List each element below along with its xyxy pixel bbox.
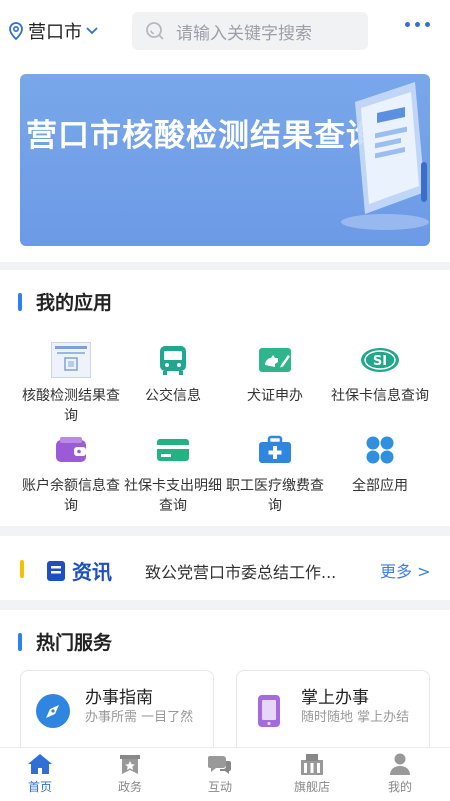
user-icon [390,753,410,775]
service-card-desc: 办事所需 一目了然 [85,710,194,725]
section-bar [18,292,22,311]
city-selector[interactable]: 营口市 [8,18,98,44]
app-label: 核酸检测结果查询 [22,388,120,424]
home-icon [28,754,52,774]
news-tag-text: 资讯 [72,560,112,584]
tab-flagship-store[interactable]: 旗舰店 [277,752,347,795]
nucleic-test-thumbnail-icon [51,340,91,380]
bus-icon [153,340,193,380]
my-apps-title: 我的应用 [18,288,112,315]
news-document-icon [47,560,65,581]
tab-label: 首页 [27,780,52,794]
top-bar: 营口市 请输入关键字搜索 [0,0,450,62]
tab-interaction[interactable]: 互动 [185,752,255,795]
tab-label: 旗舰店 [293,780,330,794]
card-icon [153,430,193,470]
search-icon [146,22,164,40]
government-star-icon [120,755,140,774]
app-label: 账户余额信息查询 [22,478,120,514]
wallet-icon [51,430,91,470]
social-security-si-icon: SI [360,340,400,380]
tab-home[interactable]: 首页 [5,752,75,795]
app-account-balance[interactable]: 账户余额信息查询 [16,430,126,516]
news-more-link[interactable]: 更多 > [380,558,431,582]
hot-services-title: 热门服务 [18,628,112,655]
my-apps-title-text: 我的应用 [36,292,113,314]
app-label: 公交信息 [145,388,201,404]
medical-kit-icon [255,430,295,470]
all-apps-grid-icon [360,430,400,470]
city-name: 营口市 [28,22,82,43]
tab-government[interactable]: 政务 [95,752,165,795]
news-bar-accent [20,560,24,578]
tab-label: 政务 [117,780,142,794]
section-bar [18,632,22,651]
banner[interactable]: 营口市核酸检测结果查询 [20,74,430,246]
app-all-apps[interactable]: 全部应用 [325,430,435,496]
app-dog-license[interactable]: 犬证申办 [220,340,330,406]
tab-label: 我的 [387,780,412,794]
app-bus-info[interactable]: 公交信息 [118,340,228,406]
dog-license-icon [255,340,295,380]
news-bar[interactable]: 资讯 致公党营口市委总结工作... 更多 > [0,536,450,600]
more-menu-icon[interactable] [405,22,430,27]
svg-text:SI: SI [373,354,387,369]
app-medical-payment[interactable]: 职工医疗缴费查询 [220,430,330,516]
banner-section: 营口市核酸检测结果查询 [0,62,450,262]
search-input[interactable]: 请输入关键字搜索 [132,12,368,50]
app-social-security-expense[interactable]: 社保卡支出明细查询 [118,430,228,516]
compass-icon [36,694,70,728]
app-label: 社保卡信息查询 [331,388,429,404]
search-placeholder: 请输入关键字搜索 [176,23,312,44]
news-headline[interactable]: 致公党营口市委总结工作... [145,559,370,583]
app-nucleic-test-query[interactable]: 核酸检测结果查询 [16,340,126,426]
app-social-security-info[interactable]: SI 社保卡信息查询 [325,340,435,406]
tab-profile[interactable]: 我的 [365,752,435,795]
app-label: 社保卡支出明细查询 [124,478,222,514]
app-label: 犬证申办 [247,388,303,404]
service-card-title: 办事指南 [85,688,153,708]
my-apps-section: 我的应用 核酸检测结果查询 公交信息 犬证申办 SI 社保卡信息查询 账户余额信… [0,270,450,526]
banner-illustration-icon [341,82,429,230]
bottom-tab-bar: 首页 政务 互动 旗舰店 我的 [0,747,450,801]
location-pin-icon [9,22,23,40]
app-label: 职工医疗缴费查询 [226,478,324,514]
tab-label: 互动 [207,780,232,794]
service-card-desc: 随时随地 掌上办结 [301,710,410,725]
building-icon [301,754,323,775]
app-label: 全部应用 [352,478,408,494]
mobile-phone-icon [258,695,280,727]
service-card-title: 掌上办事 [301,688,369,708]
interaction-icon [208,756,231,774]
chevron-down-icon [86,27,98,35]
hot-services-title-text: 热门服务 [36,632,113,654]
news-tag: 资讯 [46,556,112,585]
